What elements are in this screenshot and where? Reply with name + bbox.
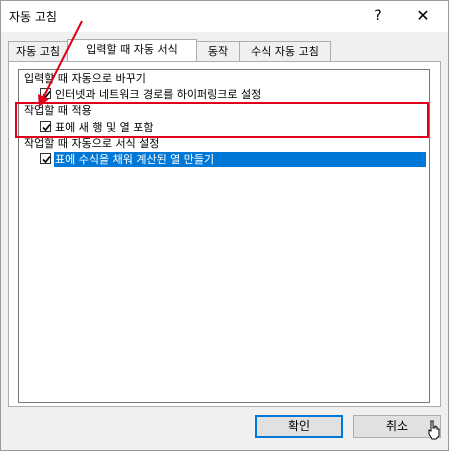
hand-cursor-icon <box>428 420 440 440</box>
autocorrect-dialog: 자동 고침 ? ✕ 자동 고침 입력할 때 자동 서식 동작 수식 자동 고침 … <box>0 0 449 451</box>
red-arrow-icon <box>38 20 83 107</box>
